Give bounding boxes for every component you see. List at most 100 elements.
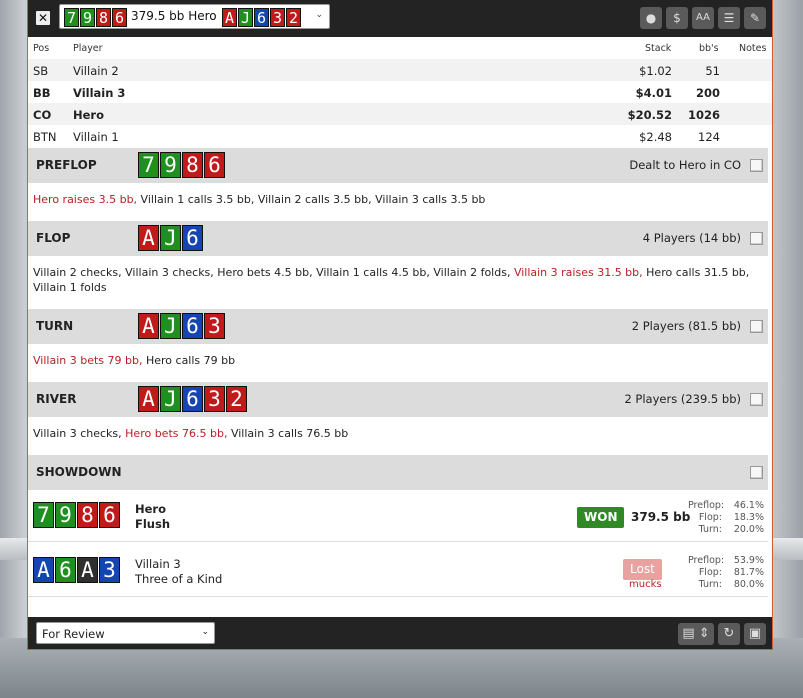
playing-card: 2 (286, 8, 301, 27)
equity-stats: Preflop: 46.1% Flop: 18.3% Turn: 20.0% (688, 500, 764, 536)
col-pos: Pos (33, 43, 50, 54)
action-text: Villain 3 checks, (33, 427, 126, 440)
playing-card: 7 (33, 502, 54, 528)
review-select[interactable]: For Review ⌄ (36, 622, 215, 644)
result-badge: Lost (623, 559, 662, 580)
playing-card: 6 (112, 8, 127, 27)
street-label: RIVER (36, 392, 77, 406)
player-stack: $1.02 (639, 64, 672, 78)
save-icon[interactable]: ▣ (744, 623, 766, 645)
playing-card: 9 (160, 152, 181, 178)
street-cards: AJ6 (138, 225, 204, 251)
action-text: Villain 2 checks, Villain 3 checks, Hero… (33, 266, 514, 279)
action-text: Villain 3 raises 31.5 bb, (513, 266, 647, 279)
playing-card: J (160, 313, 181, 339)
playing-card: 6 (55, 557, 76, 583)
font-size-icon[interactable]: AA (692, 7, 714, 29)
playing-card: 3 (270, 8, 285, 27)
equity-value: 53.9% (733, 555, 764, 566)
player-row[interactable]: BB Villain 3 $4.01 200 (28, 81, 772, 103)
equity-street: Flop: (698, 567, 722, 578)
person-icon[interactable]: ● (640, 7, 662, 29)
list-icon[interactable]: ☰ (718, 7, 740, 29)
player-row[interactable]: BTN Villain 1 $2.48 124 (28, 125, 772, 147)
hero-hole-cards: 7986 (64, 8, 128, 27)
preflop-actions: Hero raises 3.5 bb, Villain 1 calls 3.5 … (33, 192, 753, 207)
player-bbs: 1026 (687, 108, 720, 122)
street-label: PREFLOP (36, 158, 97, 172)
equity-value: 80.0% (733, 579, 764, 590)
player-pos: SB (33, 64, 49, 78)
playing-card: A (138, 313, 159, 339)
equity-street: Turn: (698, 524, 722, 535)
playing-card: 6 (182, 225, 203, 251)
playing-card: J (160, 386, 181, 412)
board-cards: AJ632 (222, 8, 302, 27)
note-icon[interactable] (750, 320, 763, 333)
playing-card: 3 (204, 386, 225, 412)
preflop-header: PREFLOP 7986 Dealt to Hero in CO (28, 148, 768, 183)
player-stack: $2.48 (639, 130, 672, 144)
playing-card: 7 (138, 152, 159, 178)
street-label: TURN (36, 319, 74, 333)
equity-value: 46.1% (733, 500, 764, 511)
playing-card: 3 (99, 557, 120, 583)
hand-rank: Three of a Kind (135, 572, 223, 586)
street-label: FLOP (36, 231, 71, 245)
dollar-icon[interactable]: $ (666, 7, 688, 29)
result-badge: WON (577, 507, 625, 528)
player-pos: BTN (33, 130, 57, 144)
equity-row: Preflop: 46.1% (688, 500, 764, 512)
background-rail-right (773, 538, 803, 560)
street-info: Dealt to Hero in CO (629, 158, 741, 172)
playing-card: J (160, 225, 181, 251)
action-text: Villain 3 calls 76.5 bb (230, 427, 349, 440)
street-cards: AJ63 (138, 313, 226, 339)
player-name: Villain 3 (135, 557, 181, 571)
equity-row: Turn: 80.0% (688, 579, 764, 591)
col-notes: Notes (739, 43, 767, 54)
playing-card: 9 (80, 8, 95, 27)
playing-card: 8 (77, 502, 98, 528)
playing-card: A (222, 8, 237, 27)
won-amount: 379.5 bb (631, 510, 691, 524)
street-info: 4 Players (14 bb) (642, 231, 741, 245)
street-label: SHOWDOWN (36, 465, 122, 479)
equity-value: 81.7% (733, 567, 764, 578)
header-tools: ● $ AA ☰ ✎ (640, 7, 766, 29)
player-row[interactable]: CO Hero $20.52 1026 (28, 103, 772, 125)
hero-cards: 7986 (33, 502, 121, 528)
note-icon[interactable] (750, 466, 763, 479)
close-button[interactable]: ✕ (36, 11, 50, 25)
playing-card: A (77, 557, 98, 583)
clipboard-icon[interactable]: ▤ ⇕ (678, 623, 714, 645)
note-icon[interactable] (750, 232, 763, 245)
player-bbs: 200 (695, 86, 720, 100)
equity-value: 20.0% (733, 524, 764, 535)
footer-tools: ▤ ⇕ ↻ ▣ (678, 623, 766, 645)
refresh-icon[interactable]: ↻ (718, 623, 740, 645)
hand-rank: Flush (135, 517, 171, 531)
note-icon[interactable] (750, 159, 763, 172)
chevron-down-icon: ⌄ (315, 10, 323, 20)
action-text: Hero raises 3.5 bb, (33, 193, 141, 206)
note-icon[interactable] (750, 393, 763, 406)
player-name: Hero (73, 108, 104, 122)
player-name: Villain 2 (73, 64, 119, 78)
background-rail-left (0, 538, 27, 560)
player-bbs: 124 (698, 130, 720, 144)
playing-card: 9 (55, 502, 76, 528)
flop-actions: Villain 2 checks, Villain 3 checks, Hero… (33, 265, 753, 295)
player-row[interactable]: SB Villain 2 $1.02 51 (28, 59, 772, 81)
equity-street: Flop: (698, 512, 722, 523)
hand-select[interactable]: 7986 379.5 bb Hero AJ632 ⌄ (59, 4, 330, 29)
playing-card: 6 (182, 313, 203, 339)
pencil-icon[interactable]: ✎ (744, 7, 766, 29)
playing-card: 8 (96, 8, 111, 27)
playing-card: 6 (99, 502, 120, 528)
street-info: 2 Players (239.5 bb) (624, 392, 741, 406)
col-player: Player (73, 43, 103, 54)
players-table-header: Pos Player Stack bb's Notes (28, 37, 772, 59)
action-text: Hero bets 76.5 bb, (125, 427, 231, 440)
playing-card: 6 (254, 8, 269, 27)
